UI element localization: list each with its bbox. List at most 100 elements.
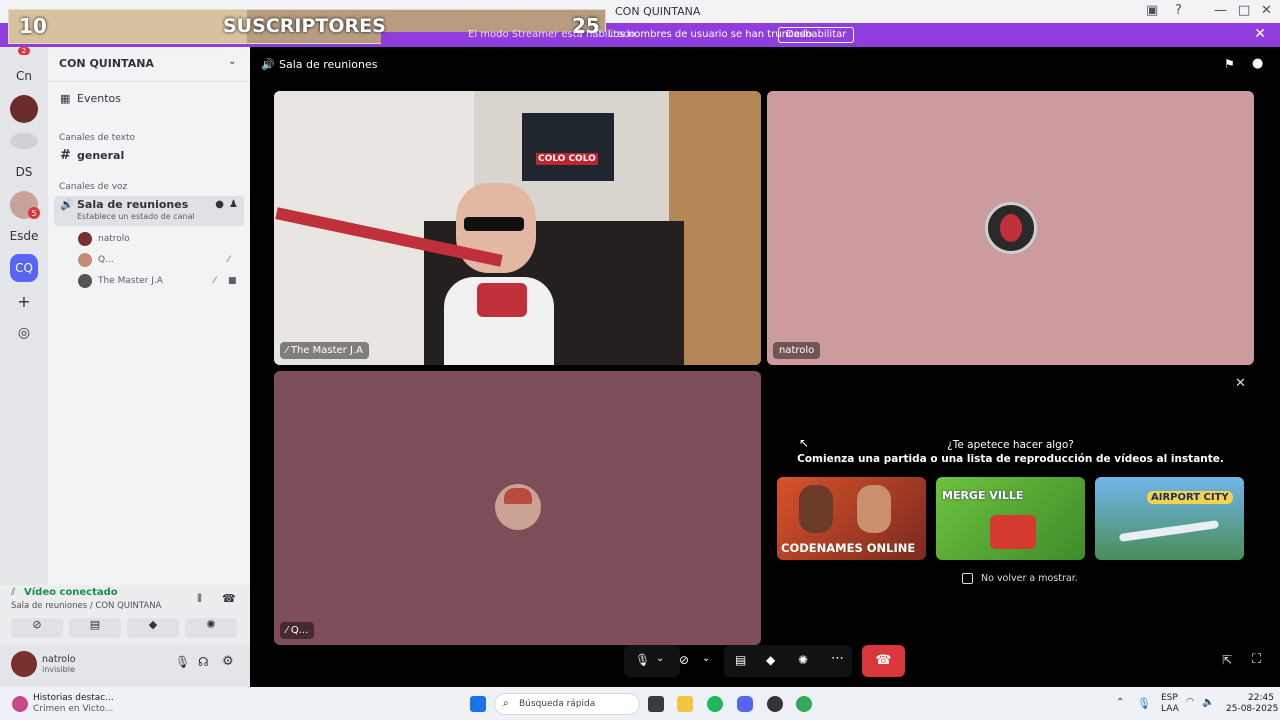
start-icon[interactable] xyxy=(470,696,486,712)
video-tile[interactable]: COLO COLO ⁄ The Master J.A xyxy=(274,91,761,365)
server-ds[interactable]: DS xyxy=(10,158,38,186)
inbox-icon[interactable]: ▣ xyxy=(1146,3,1158,18)
account-bar: natrolo invisible 🎙 ☊ ⚙ xyxy=(0,645,250,687)
popout-icon[interactable]: ⇱ xyxy=(1222,653,1232,667)
search-box[interactable]: ⌕ Búsqueda rápida xyxy=(494,693,640,715)
maximize-button[interactable]: □ xyxy=(1238,3,1250,18)
add-member-icon[interactable]: ♟ xyxy=(229,196,238,213)
channel-general[interactable]: # general xyxy=(54,146,244,166)
bookmark-icon[interactable]: ⚑ xyxy=(1224,57,1235,71)
camera-icon: ■ xyxy=(228,276,237,286)
voice-channel-active[interactable]: 🔊 Sala de reuniones Establece un estado … xyxy=(54,196,244,226)
chat-icon[interactable]: ● xyxy=(215,196,224,213)
server-cq-selected[interactable]: CQ xyxy=(10,254,38,282)
username[interactable]: natrolo xyxy=(42,654,76,665)
help-icon[interactable]: ? xyxy=(1175,3,1182,18)
spotify-icon[interactable] xyxy=(707,696,723,712)
chrome-icon[interactable] xyxy=(796,696,812,712)
region[interactable]: LAA xyxy=(1161,704,1179,714)
speaker-icon: 🔊 xyxy=(261,58,275,71)
voice-category[interactable]: Canales de voz xyxy=(59,182,127,192)
end-call-button[interactable]: ☎ xyxy=(862,645,905,677)
noise-icon[interactable]: ⦀ xyxy=(197,592,202,606)
search-placeholder: Búsqueda rápida xyxy=(519,699,596,709)
call-header: Sala de reuniones xyxy=(279,58,378,71)
user-panel: ⫽ Vídeo conectado Sala de reuniones / CO… xyxy=(0,585,250,687)
server-avatar-1[interactable] xyxy=(10,95,38,123)
disable-streamer-button[interactable]: Deshabilitar xyxy=(778,27,855,43)
video-tile[interactable]: ⁄ Q... xyxy=(274,371,761,645)
dont-show-checkbox[interactable] xyxy=(962,573,973,584)
mic-control-group xyxy=(624,645,680,677)
windows-taskbar: Historias destac... Crimen en Victo... ⌕… xyxy=(0,687,1280,720)
gear-icon[interactable]: ⚙ xyxy=(222,654,234,669)
call-area: 🔊 Sala de reuniones ⚑ ● COLO COLO ⁄ The … xyxy=(250,47,1280,687)
close-banner-icon[interactable]: ✕ xyxy=(1254,26,1266,42)
game-card-airport-city[interactable]: AIRPORT CITY xyxy=(1095,477,1244,560)
events-item[interactable]: ▦ Eventos xyxy=(54,89,244,109)
hash-icon: # xyxy=(60,148,71,163)
muted-mic-icon: ⁄ xyxy=(214,276,216,286)
camera-off-icon[interactable]: ⊘ xyxy=(679,653,689,667)
wifi-icon[interactable]: ◠ xyxy=(1186,697,1194,707)
discord-icon[interactable] xyxy=(737,696,753,712)
avatar[interactable] xyxy=(11,651,37,677)
disconnect-icon[interactable]: ☎ xyxy=(222,592,236,605)
voice-status[interactable]: Vídeo conectado xyxy=(24,587,118,598)
more-options-icon[interactable]: ⋯ xyxy=(831,651,844,666)
clock-date[interactable]: 25-08-2025 xyxy=(1226,704,1278,714)
add-server-icon[interactable]: + xyxy=(10,287,38,315)
member-item[interactable]: natrolo xyxy=(78,231,130,247)
notification-badge: 2 xyxy=(18,47,30,55)
folder-icon[interactable] xyxy=(677,696,693,712)
volume-icon[interactable]: 🔈 xyxy=(1202,697,1214,708)
member-item[interactable]: The Master J.A xyxy=(78,273,163,289)
game-card-codenames[interactable]: CODENAMES ONLINE xyxy=(777,477,926,560)
member-item[interactable]: Q... xyxy=(78,252,114,268)
video-tile[interactable]: natrolo xyxy=(767,91,1254,365)
fullscreen-icon[interactable]: ⛶ xyxy=(1252,652,1261,667)
server-name[interactable]: CON QUINTANA xyxy=(59,57,154,70)
news-subtitle[interactable]: Crimen en Victo... xyxy=(33,704,113,714)
overlay-label: SUSCRIPTORES xyxy=(223,15,386,37)
activities-icon[interactable]: ◆ xyxy=(766,653,775,667)
voice-status-hint[interactable]: Establece un estado de canal xyxy=(77,212,195,222)
voice-location[interactable]: Sala de reuniones / CON QUINTANA xyxy=(11,601,161,611)
minimize-button[interactable]: — xyxy=(1214,3,1227,18)
server-banner-icon[interactable] xyxy=(10,133,38,149)
share-screen-button[interactable]: ▤ xyxy=(69,618,121,638)
chat-icon[interactable]: ● xyxy=(1252,56,1263,71)
tile-name-tag: natrolo xyxy=(773,342,821,359)
mic-icon[interactable]: 🎙 xyxy=(175,655,190,669)
discover-icon[interactable]: ◎ xyxy=(10,319,38,347)
headphones-icon[interactable]: ☊ xyxy=(198,655,209,669)
server-cn[interactable]: Cn xyxy=(10,62,38,90)
dont-show-label[interactable]: No volver a mostrar. xyxy=(981,573,1078,584)
close-activity-icon[interactable]: ✕ xyxy=(1235,376,1246,391)
close-window-button[interactable]: ✕ xyxy=(1261,3,1272,18)
chevron-down-icon[interactable]: ⌄ xyxy=(702,653,710,664)
window-title: CON QUINTANA xyxy=(615,5,701,18)
share-screen-icon[interactable]: ▤ xyxy=(735,653,746,667)
chevron-down-icon[interactable]: ⌄ xyxy=(228,56,236,67)
taskview-icon[interactable] xyxy=(648,696,664,712)
game-card-mergeville[interactable]: MERGE VILLE xyxy=(936,477,1085,560)
text-category[interactable]: Canales de texto xyxy=(59,133,135,143)
news-icon[interactable] xyxy=(12,696,28,712)
clock-time[interactable]: 22:45 xyxy=(1248,693,1274,703)
activity-subtitle: Comienza una partida o una lista de repr… xyxy=(797,453,1224,465)
colo-colo-banner: COLO COLO xyxy=(522,113,614,181)
news-title[interactable]: Historias destac... xyxy=(33,693,114,703)
soundboard-icon[interactable]: ✺ xyxy=(798,653,808,667)
mic-icon[interactable]: 🎙 xyxy=(635,653,650,667)
chevron-up-icon[interactable]: ⌃ xyxy=(1116,697,1124,708)
server-esde[interactable]: Esde xyxy=(9,222,39,250)
chevron-down-icon[interactable]: ⌄ xyxy=(656,653,664,664)
activities-button[interactable]: ◆ xyxy=(127,618,179,638)
camera-toggle-button[interactable]: ⊘ xyxy=(11,618,63,638)
language[interactable]: ESP xyxy=(1161,693,1178,703)
tile-name-tag: ⁄ The Master J.A xyxy=(280,342,369,359)
soundboard-button[interactable]: ✺ xyxy=(185,618,237,638)
app-icon[interactable] xyxy=(767,696,783,712)
mic-icon[interactable]: 🎙 xyxy=(1137,697,1151,710)
